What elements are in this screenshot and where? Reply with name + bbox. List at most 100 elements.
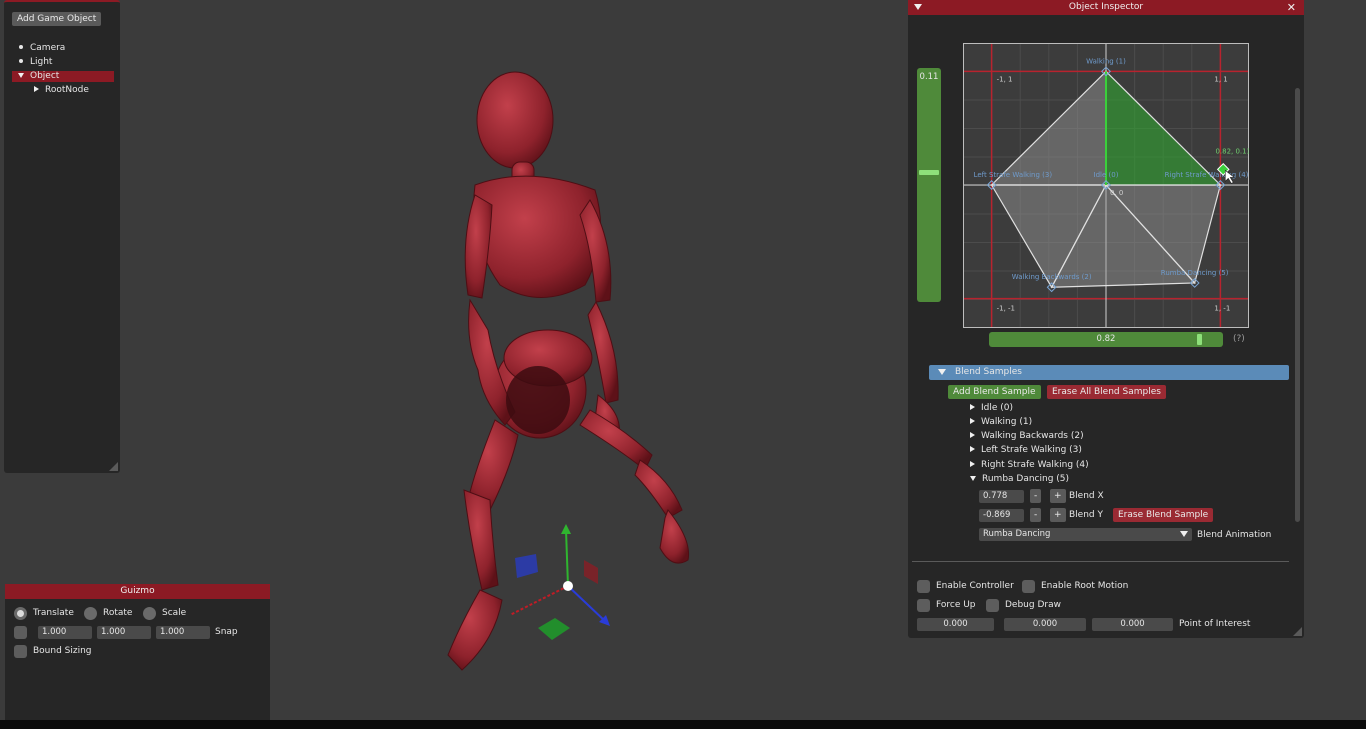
corner-label: 1, 1 [1214,75,1227,83]
poi-y-input[interactable]: 0.000 [1004,618,1086,631]
taskbar-strip [0,720,1366,729]
collapsed-arrow-icon [970,404,975,410]
collapse-arrow-icon[interactable] [914,4,922,10]
force-up-label: Force Up [936,600,976,610]
corner-label: -1, -1 [997,305,1015,313]
center-label: 0, 0 [1110,189,1123,197]
corner-label: -1, 1 [997,75,1013,83]
blend-y-input[interactable]: -0.869 [979,509,1024,522]
blend-sample-item-selected[interactable]: Rumba Dancing (5) [970,474,1069,484]
sample-label: Rumba Dancing (5) [982,474,1070,484]
erase-blend-sample-button[interactable]: Erase Blend Sample [1113,508,1214,522]
blend-y-label: Blend Y [1069,510,1103,520]
poi-x-input[interactable]: 0.000 [917,618,994,631]
tree-item-label: Camera [30,43,66,53]
blend-x-value: 0.82 [1096,334,1116,344]
expanded-arrow-icon[interactable] [18,72,24,78]
bound-sizing-label: Bound Sizing [33,646,92,656]
blend-sample-item[interactable]: Walking (1) [970,417,1032,427]
collapsed-arrow-icon [970,432,975,438]
sample-node-label: Idle (0) [1094,171,1119,179]
blend-x-label: Blend X [1069,491,1104,501]
expanded-arrow-icon [970,475,976,481]
bullet-icon [19,45,23,49]
sample-node-label: Walking (1) [1086,57,1126,65]
blend-y-grab[interactable] [919,170,939,175]
snap-checkbox[interactable] [14,626,27,639]
resize-grip[interactable] [1293,627,1302,636]
tree-item-label: RootNode [45,85,89,95]
transform-gizmo[interactable] [500,520,620,640]
enable-controller-checkbox[interactable] [917,580,930,593]
debug-draw-checkbox[interactable] [986,599,999,612]
scrollbar[interactable] [1295,88,1300,522]
erase-all-blend-samples-button[interactable]: Erase All Blend Samples [1047,385,1166,399]
poi-label: Point of Interest [1179,619,1251,629]
scale-label: Scale [162,608,187,618]
sample-node-label: Right Strafe Walking (4) [1165,171,1249,179]
sample-label: Walking (1) [981,417,1033,427]
tree-item-rootnode[interactable]: RootNode [28,85,114,96]
resize-grip[interactable] [109,462,118,471]
collapsed-arrow-icon[interactable] [34,86,39,92]
blend-animation-value: Rumba Dancing [983,529,1051,539]
tree-item-camera[interactable]: Camera [12,43,114,54]
sample-label: Walking Backwards (2) [981,431,1084,441]
enable-controller-label: Enable Controller [936,581,1014,591]
rotate-label: Rotate [103,608,133,618]
blend-y-slider[interactable]: 0.11 [917,68,941,302]
add-game-object-button[interactable]: Add Game Object [12,12,102,26]
tree-item-object[interactable]: Object [12,71,114,82]
collapsed-arrow-icon [970,461,975,467]
corner-label: 1, -1 [1214,305,1230,313]
bullet-icon [19,59,23,63]
snap-y-input[interactable]: 1.000 [97,626,151,639]
blend-animation-select[interactable]: Rumba Dancing [979,528,1192,541]
sample-node-label: Left Strafe Walking (3) [974,171,1053,179]
sample-node-label: Rumba Dancing (5) [1161,269,1229,277]
collapsed-arrow-icon [970,446,975,452]
blend-x-grab[interactable] [1197,334,1202,345]
debug-draw-label: Debug Draw [1005,600,1061,610]
blend-y-increment-button[interactable]: + [1050,508,1066,522]
poi-z-input[interactable]: 0.000 [1092,618,1173,631]
blend-y-value: 0.11 [919,72,939,82]
add-blend-sample-button[interactable]: Add Blend Sample [948,385,1041,399]
scale-radio[interactable] [143,607,156,620]
snap-label: Snap [215,627,238,637]
tree-item-light[interactable]: Light [12,57,114,68]
rotate-radio[interactable] [84,607,97,620]
snap-x-input[interactable]: 1.000 [38,626,92,639]
force-up-checkbox[interactable] [917,599,930,612]
snap-z-input[interactable]: 1.000 [156,626,210,639]
blend-x-slider[interactable]: 0.82 [989,332,1223,347]
inspector-title: Object Inspector [1068,2,1144,12]
bound-sizing-checkbox[interactable] [14,645,27,658]
blend-sample-item[interactable]: Right Strafe Walking (4) [970,460,1089,470]
tree-item-label: Object [30,71,60,81]
guizmo-title: Guizmo [5,584,270,599]
blend-x-decrement-button[interactable]: - [1030,489,1042,503]
separator [912,561,1289,562]
translate-label: Translate [33,608,74,618]
cursor-label: 0.82, 0.11 [1215,147,1249,155]
blend-space-graph[interactable]: Idle (0) Walking (1) Walking Backwards (2)… [963,43,1249,328]
blend-y-decrement-button[interactable]: - [1030,508,1042,522]
inspector-titlebar: Object Inspector ✕ [908,0,1304,15]
blend-x-input[interactable]: 0.778 [979,490,1024,503]
blend-sample-item[interactable]: Walking Backwards (2) [970,431,1084,441]
enable-root-motion-checkbox[interactable] [1022,580,1035,593]
blend-x-increment-button[interactable]: + [1050,489,1066,503]
collapsed-arrow-icon [970,418,975,424]
close-icon[interactable]: ✕ [1287,0,1296,15]
blend-animation-label: Blend Animation [1197,530,1272,540]
expanded-arrow-icon [938,369,946,375]
sample-label: Right Strafe Walking (4) [981,460,1089,470]
enable-root-motion-label: Enable Root Motion [1041,581,1129,591]
blend-samples-header[interactable]: Blend Samples [929,365,1289,380]
help-marker[interactable]: (?) [1233,334,1245,344]
translate-radio[interactable] [14,607,27,620]
blend-sample-item[interactable]: Left Strafe Walking (3) [970,445,1082,455]
blend-sample-item[interactable]: Idle (0) [970,403,1013,413]
dropdown-arrow-icon [1180,531,1188,537]
